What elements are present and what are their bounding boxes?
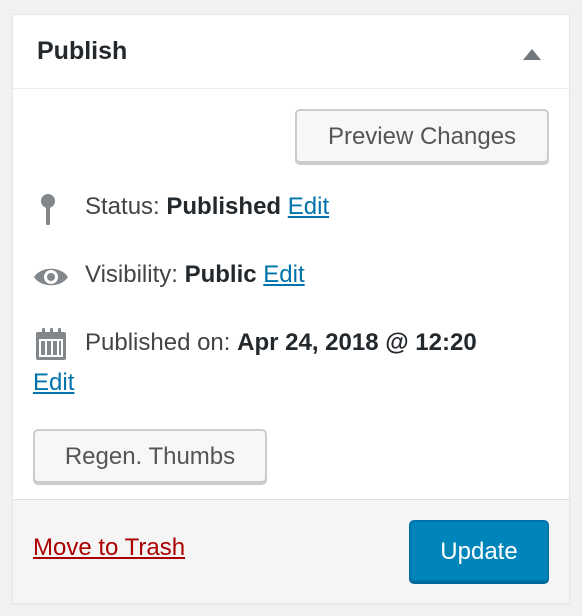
publish-box-header[interactable]: Publish [13, 15, 569, 89]
status-edit-link[interactable]: Edit [288, 193, 329, 220]
published-on-value: Apr 24, 2018 @ 12:20 [237, 329, 477, 356]
visibility-edit-link[interactable]: Edit [263, 261, 304, 288]
publishing-actions: Move to Trash Update [13, 499, 569, 603]
regen-thumbs-button[interactable]: Regen. Thumbs [33, 429, 267, 483]
visibility-value: Public [184, 261, 257, 288]
publish-box: Publish Preview Changes Status: Publishe… [12, 14, 570, 604]
pin-icon [37, 193, 59, 234]
published-on-label: Published on: [85, 329, 231, 356]
preview-changes-button[interactable]: Preview Changes [295, 109, 549, 163]
publish-box-title: Publish [37, 37, 128, 65]
status-label: Status: [85, 193, 160, 220]
update-button[interactable]: Update [409, 520, 549, 582]
triangle-up-icon[interactable] [523, 49, 541, 60]
calendar-icon [35, 327, 67, 368]
published-on-edit-link[interactable]: Edit [33, 369, 74, 397]
eye-icon [33, 265, 69, 296]
move-to-trash-link[interactable]: Move to Trash [33, 534, 185, 562]
visibility-label: Visibility: [85, 261, 178, 288]
status-value: Published [166, 193, 282, 220]
